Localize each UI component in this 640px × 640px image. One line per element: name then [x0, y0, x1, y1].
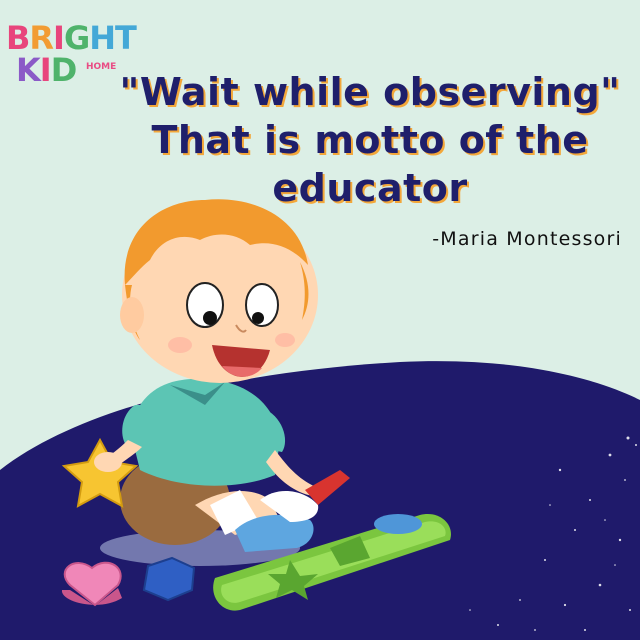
quote-author: -Maria Montessori [432, 228, 622, 250]
quote-line-3: educator [272, 166, 468, 210]
quote-line-2: That is motto of the [151, 118, 589, 162]
brand-line1: BRIGHT [6, 19, 137, 57]
heart-toy-icon [61, 561, 122, 607]
quote-line-1: "Wait while observing" [119, 70, 621, 114]
poster: BRIGHT KID HOME "Wait while observing" T… [0, 0, 640, 640]
brand-logo: BRIGHT KID HOME [6, 22, 137, 94]
quote-text: "Wait while observing" That is motto of … [110, 68, 630, 212]
brand-line2: KID [16, 51, 77, 89]
